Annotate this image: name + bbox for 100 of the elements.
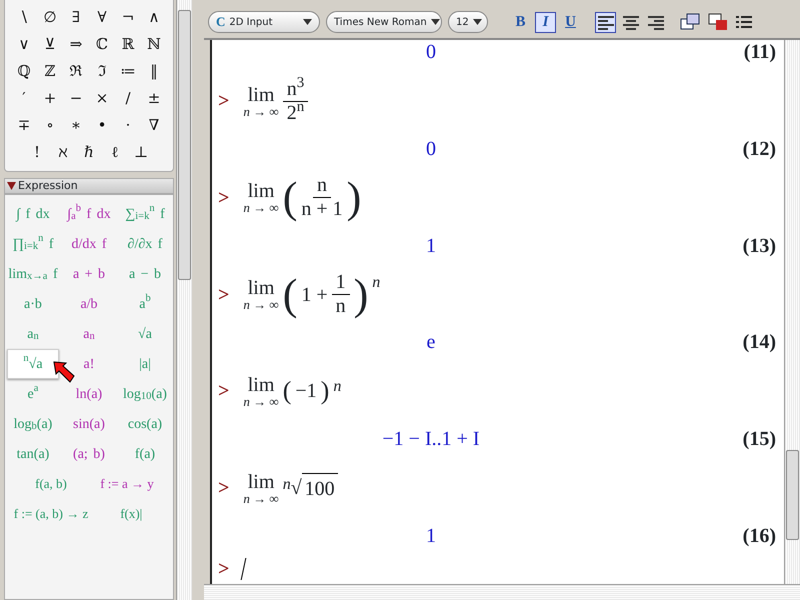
limit-subscript: n → ∞ xyxy=(243,298,279,312)
symbol-button[interactable]: ∓ xyxy=(11,112,37,139)
expression-button[interactable]: a! xyxy=(63,349,115,379)
size-dropdown[interactable]: 12 xyxy=(448,11,488,33)
parenthesis: ) xyxy=(346,176,362,220)
dropdown-value: 12 xyxy=(456,16,469,30)
limit-subscript: n → ∞ xyxy=(243,492,279,505)
expression-button[interactable]: ∫$_{a}$$^{b}$ f dx xyxy=(63,199,115,229)
limit-subscript: n → ∞ xyxy=(243,394,279,408)
text-style-button[interactable]: I xyxy=(535,12,556,32)
symbol-button[interactable]: / xyxy=(115,85,141,112)
prompt-marker: > xyxy=(218,282,230,308)
symbol-button[interactable]: ⊥ xyxy=(128,139,154,166)
radicand: 100 xyxy=(302,472,338,504)
exponent: n xyxy=(372,273,380,294)
symbol-button[interactable]: ± xyxy=(141,85,167,112)
symbol-button[interactable]: ℑ xyxy=(89,58,115,85)
parenthesis: ( xyxy=(282,378,292,404)
symbol-button[interactable]: ¬ xyxy=(115,4,141,31)
symbol-button[interactable]: ℕ xyxy=(141,31,167,58)
symbol-button[interactable]: ⊻ xyxy=(37,31,63,58)
symbol-button[interactable]: ℚ xyxy=(11,58,37,85)
caret-icon xyxy=(472,19,482,25)
root-index: n xyxy=(282,474,291,495)
text-style-button[interactable]: B xyxy=(510,12,531,32)
symbol-button[interactable]: ′ xyxy=(11,85,37,112)
symbol-button[interactable]: ∃ xyxy=(63,4,89,31)
numerator: n$^{3}$ xyxy=(282,78,308,102)
symbol-button[interactable]: ∅ xyxy=(37,4,63,31)
symbol-button[interactable]: − xyxy=(63,85,89,112)
output-value: e xyxy=(426,330,436,356)
symbol-button[interactable]: ∧ xyxy=(141,4,167,31)
symbol-button[interactable]: ℵ xyxy=(50,139,76,166)
symbol-button[interactable]: × xyxy=(89,85,115,112)
denominator: n + 1 xyxy=(301,198,343,222)
symbol-button[interactable]: · xyxy=(115,112,141,139)
limit-operator: lim xyxy=(248,84,274,104)
parenthesis: ( xyxy=(282,176,298,220)
symbol-button[interactable]: ∘ xyxy=(37,112,63,139)
equation-label: (15) xyxy=(742,427,777,452)
denominator: n xyxy=(336,295,346,318)
equation-label: (11) xyxy=(742,40,777,65)
input-mode-dropdown[interactable]: C 2D Input xyxy=(208,11,320,33)
expression-button[interactable]: d/dx f xyxy=(63,229,115,259)
symbol-button[interactable]: ⇒ xyxy=(63,31,89,58)
symbol-button[interactable]: ℜ xyxy=(63,58,89,85)
pointer-arrow-icon xyxy=(53,361,75,383)
expression-button[interactable]: f := a → y xyxy=(91,469,163,499)
numerator: n xyxy=(312,174,331,198)
expression-button[interactable]: (a; b) xyxy=(63,439,115,469)
symbol-button[interactable]: ∀ xyxy=(89,4,115,31)
expression-button[interactable]: a + b xyxy=(63,259,115,289)
scrollbar-thumb[interactable] xyxy=(178,10,191,280)
scrollbar-thumb[interactable] xyxy=(786,450,799,540)
prompt-marker: > xyxy=(218,379,230,404)
symbol-button[interactable]: ∨ xyxy=(11,31,37,58)
symbol-button[interactable]: • xyxy=(89,112,115,139)
expression-button[interactable]: a$_{n}$ xyxy=(63,319,115,349)
symbol-button[interactable]: ℓ xyxy=(102,139,128,166)
font-dropdown[interactable]: Times New Roman xyxy=(326,11,442,33)
expand-triangle-icon[interactable] xyxy=(7,182,16,190)
equation-label: (12) xyxy=(742,136,777,162)
palette-title: Expression xyxy=(18,178,78,194)
denominator: 2$^{n}$ xyxy=(286,102,304,124)
output-value: 1 xyxy=(425,524,437,549)
symbol-button[interactable]: ℤ xyxy=(37,58,63,85)
list-icon[interactable] xyxy=(736,15,752,29)
parenthesis: ) xyxy=(354,272,368,317)
text-style-button[interactable]: U xyxy=(560,12,581,32)
limit-subscript: n → ∞ xyxy=(243,104,279,118)
align-left-button[interactable] xyxy=(595,12,616,32)
limit-operator: lim xyxy=(248,278,274,298)
expression-button[interactable]: a/b xyxy=(63,289,115,319)
mode-icon: C xyxy=(216,12,226,32)
symbol-button[interactable]: ∗ xyxy=(63,112,89,139)
parenthesis: ( xyxy=(282,272,298,317)
expression-button[interactable]: $^{n}$√a xyxy=(7,349,59,379)
document-scrollbar[interactable] xyxy=(784,40,800,584)
limit-operator: lim xyxy=(248,472,274,492)
symbol-button[interactable]: ≔ xyxy=(115,58,141,85)
parenthesis: ) xyxy=(320,378,330,404)
radical-sign: √ xyxy=(290,476,302,502)
expression-button[interactable]: ln(a) xyxy=(63,379,115,409)
limit-operator: lim xyxy=(248,181,274,202)
output-value: 1 xyxy=(425,234,437,259)
horizontal-scrollbar[interactable] xyxy=(204,584,800,600)
dropdown-value: Times New Roman xyxy=(334,16,427,30)
symbol-button[interactable]: ! xyxy=(24,139,50,166)
symbol-button[interactable]: ‖ xyxy=(141,58,167,85)
expression-button[interactable]: sin(a) xyxy=(63,409,115,439)
symbol-button[interactable]: ∇ xyxy=(141,112,167,139)
palette-scrollbar[interactable] xyxy=(176,0,192,600)
output-value: 0 xyxy=(425,40,437,65)
equation-label: (14) xyxy=(742,330,777,356)
output-value: −1 − I..1 + I xyxy=(381,427,481,452)
symbol-button[interactable]: ∖ xyxy=(11,4,37,31)
symbol-button[interactable]: ℝ xyxy=(115,31,141,58)
symbol-button[interactable]: + xyxy=(37,85,63,112)
symbol-button[interactable]: ℂ xyxy=(89,31,115,58)
symbol-button[interactable]: ℏ xyxy=(76,139,102,166)
